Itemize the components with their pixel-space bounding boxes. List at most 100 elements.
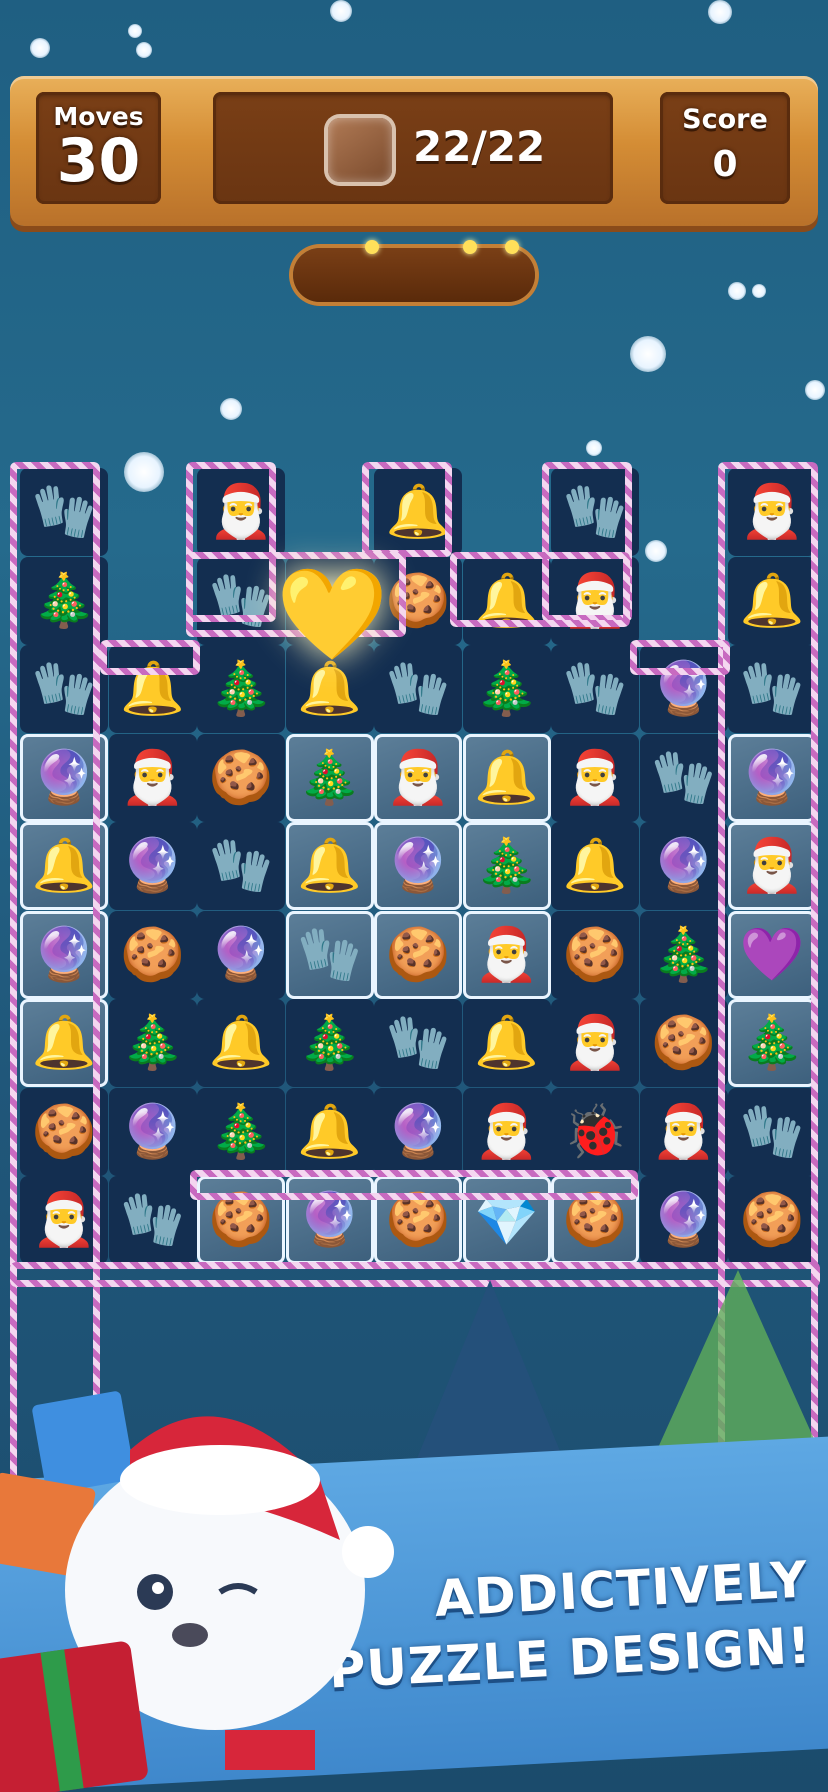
santa-hat-icon: 🎅: [474, 1101, 539, 1162]
tree-icon: 🎄: [120, 1013, 185, 1073]
snowflake: [128, 24, 142, 38]
board-cell-bell[interactable]: 🔔: [551, 822, 639, 910]
crystal-block-icon: 💎: [474, 1190, 539, 1250]
mitten-icon: 🧤: [385, 659, 451, 719]
mitten-icon: 🧤: [297, 924, 362, 985]
star-marker-icon: [505, 240, 519, 254]
board-cell-santa-hat[interactable]: 🎅: [551, 999, 639, 1087]
mitten-icon: 🧤: [120, 1190, 185, 1250]
goal-count: 22/22: [413, 122, 546, 171]
score-value: 0: [712, 144, 738, 185]
tree-icon: 🎄: [474, 659, 539, 719]
santa-hat-icon: 🎅: [651, 1101, 716, 1162]
bell-icon: 🔔: [474, 1013, 539, 1073]
snowflake: [136, 42, 152, 58]
board-cell-tree[interactable]: 🎄: [462, 822, 551, 910]
bell-icon: 🔔: [297, 659, 362, 719]
board-cell-santa-hat[interactable]: 🎅: [462, 910, 551, 999]
board-cell-gingerbread[interactable]: 🍪: [551, 910, 639, 999]
ornament-icon: 🔮: [120, 1101, 185, 1162]
board-cell-mitten[interactable]: 🧤: [639, 733, 728, 822]
bell-icon: 🔔: [297, 836, 362, 896]
score-counter: Score 0: [660, 92, 790, 204]
snowflake: [805, 380, 825, 400]
gingerbread-icon: 🍪: [385, 1190, 451, 1250]
polar-bear-mascot: [0, 1391, 394, 1792]
moves-counter: Moves 30: [36, 92, 161, 204]
board-cell-tree[interactable]: 🎄: [285, 733, 374, 822]
gingerbread-icon: 🍪: [562, 924, 628, 985]
board-cell-gingerbread[interactable]: 🍪: [197, 733, 285, 822]
board-cell-ornament[interactable]: 🔮: [197, 910, 285, 999]
board-cell-tree[interactable]: 🎄: [639, 910, 728, 999]
santa-hat-icon: 🎅: [562, 747, 628, 808]
board-cell-bell[interactable]: 🔔: [197, 999, 285, 1087]
score-progress-bar: [293, 240, 535, 302]
candy-cane-border: [630, 640, 730, 675]
mitten-icon: 🧤: [562, 659, 628, 719]
gingerbread-icon: 🍪: [208, 747, 274, 808]
board-cell-tree[interactable]: 🎄: [197, 645, 285, 733]
star-marker-icon: [365, 240, 379, 254]
snowflake: [630, 336, 666, 372]
board-cell-mitten[interactable]: 🧤: [374, 999, 462, 1087]
board-cell-mitten[interactable]: 🧤: [108, 1176, 197, 1264]
board-cell-mitten[interactable]: 🧤: [551, 645, 639, 733]
bell-icon: 🔔: [208, 1013, 274, 1073]
board-cell-santa-hat[interactable]: 🎅: [551, 733, 639, 822]
board-cell-santa-hat[interactable]: 🎅: [108, 733, 197, 822]
santa-hat-icon: 🎅: [120, 747, 185, 808]
board-cell-tree[interactable]: 🎄: [285, 999, 374, 1087]
snowflake: [30, 38, 50, 58]
board-cell-ornament[interactable]: 🔮: [639, 1176, 728, 1264]
score-label: Score: [682, 104, 768, 135]
board-cell-ornament[interactable]: 🔮: [639, 822, 728, 910]
snowflake: [586, 440, 602, 456]
board-cell-bell[interactable]: 🔔: [285, 1087, 374, 1176]
bell-icon: 🔔: [297, 1101, 362, 1162]
board-cell-santa-hat[interactable]: 🎅: [462, 1087, 551, 1176]
ice-block-goal-icon: [328, 118, 392, 182]
board-cell-ornament[interactable]: 🔮: [108, 822, 197, 910]
board-cell-tree[interactable]: 🎄: [462, 645, 551, 733]
board-cell-ladybug[interactable]: 🐞: [551, 1087, 639, 1176]
tree-icon: 🎄: [651, 924, 716, 985]
ornament-icon: 🔮: [651, 836, 716, 896]
board-cell-mitten[interactable]: 🧤: [197, 822, 285, 910]
ornament-icon: 🔮: [208, 924, 274, 985]
top-hud-panel: Moves 30 22/22 Score 0: [10, 76, 818, 226]
snowflake: [330, 0, 352, 22]
board-cell-tree[interactable]: 🎄: [108, 999, 197, 1087]
tree-icon: 🎄: [297, 747, 362, 808]
ornament-icon: 🔮: [120, 836, 185, 896]
board-cell-bell[interactable]: 🔔: [462, 999, 551, 1087]
board-cell-mitten[interactable]: 🧤: [285, 910, 374, 999]
board-cell-gingerbread[interactable]: 🍪: [639, 999, 728, 1087]
moves-value: 30: [56, 126, 141, 196]
candy-cane-border: [362, 462, 452, 557]
snowflake: [728, 282, 746, 300]
board-cell-gingerbread[interactable]: 🍪: [108, 910, 197, 999]
snowflake: [220, 398, 242, 420]
board-cell-tree[interactable]: 🎄: [197, 1087, 285, 1176]
board-cell-gingerbread[interactable]: 🍪: [374, 910, 462, 999]
board-cell-santa-hat[interactable]: 🎅: [639, 1087, 728, 1176]
star-marker-icon: [463, 240, 477, 254]
tree-icon: 🎄: [208, 1101, 274, 1162]
candy-cane-border: [450, 552, 630, 627]
gingerbread-icon: 🍪: [120, 924, 185, 985]
board-cell-bell[interactable]: 🔔: [462, 733, 551, 822]
snowflake: [124, 452, 164, 492]
rainbow-heart-icon[interactable]: 💛: [276, 565, 388, 665]
mitten-icon: 🧤: [385, 1013, 451, 1073]
board-cell-bell[interactable]: 🔔: [285, 822, 374, 910]
snowflake: [708, 0, 732, 24]
board-cell-ornament[interactable]: 🔮: [374, 1087, 462, 1176]
board-cell-santa-hat[interactable]: 🎅: [374, 733, 462, 822]
santa-hat-icon: 🎅: [385, 747, 451, 808]
board-cell-ornament[interactable]: 🔮: [374, 822, 462, 910]
candy-cane-border: [100, 640, 200, 675]
gingerbread-icon: 🍪: [385, 924, 451, 985]
snowflake: [645, 540, 667, 562]
board-cell-ornament[interactable]: 🔮: [108, 1087, 197, 1176]
